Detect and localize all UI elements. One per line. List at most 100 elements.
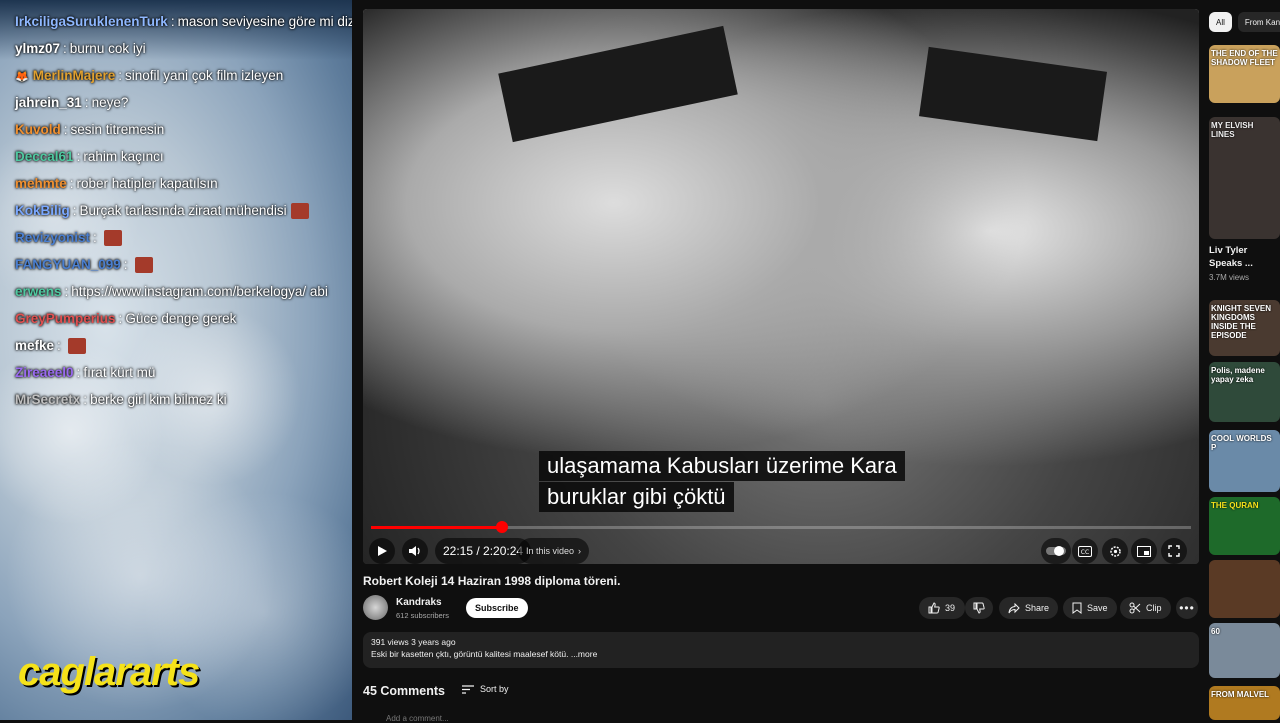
fox-badge-icon: 🦊 (15, 71, 29, 83)
mute-button[interactable] (402, 538, 428, 564)
chat-username[interactable]: FANGYUAN_099 (15, 257, 121, 272)
chat-username[interactable]: jahrein_31 (15, 95, 82, 110)
channel-avatar[interactable] (363, 595, 388, 620)
miniplayer-icon (1137, 545, 1151, 557)
chat-text: sesin titremesin (70, 122, 165, 137)
chat-separator: : (64, 284, 69, 299)
chat-username[interactable]: GreyPumperius (15, 311, 116, 326)
chat-separator: : (63, 41, 67, 56)
save-label: Save (1087, 603, 1108, 613)
chat-text: Güce denge gerek (125, 311, 237, 326)
chat-username[interactable]: erwens (15, 284, 62, 299)
chat-message: Zireaeel0: fırat kürt mü (15, 365, 155, 380)
chat-overlay: IrkciligaSuruklenenTurk: mason seviyesine… (0, 0, 352, 720)
chat-username[interactable]: ylmz07 (15, 41, 60, 56)
chat-username[interactable]: mefke (15, 338, 54, 353)
related-video-thumbnail[interactable]: THE QURAN (1209, 497, 1280, 555)
add-comment-input[interactable]: Add a comment... (386, 714, 449, 723)
chat-text: berke girl kim bilmez ki (90, 392, 227, 407)
chat-username[interactable]: Deccal61 (15, 149, 74, 164)
chip-from-channel[interactable]: From Kan (1237, 12, 1280, 32)
related-video-thumbnail[interactable]: FROM MALVEL (1209, 686, 1280, 720)
views-and-date: 391 views 3 years ago (371, 637, 456, 647)
chat-separator: : (93, 230, 97, 245)
related-video-thumbnail[interactable]: KNIGHT SEVEN KINGDOMS INSIDE THE EPISODE (1209, 300, 1280, 356)
chat-text: Burçak tarlasında ziraat mühendisi (79, 203, 287, 218)
chat-message: Revizyonist: (15, 230, 122, 247)
chat-username[interactable]: IrkciligaSuruklenenTurk (15, 14, 168, 29)
description-box[interactable]: 391 views 3 years ago Eski bir kasetten … (363, 632, 1199, 668)
thumbnail-caption: MY ELVISH LINES (1211, 121, 1254, 139)
dislike-button[interactable] (965, 597, 993, 619)
time-display: 22:15 / 2:20:24 (435, 538, 532, 564)
chat-message: FANGYUAN_099: (15, 257, 153, 274)
chat-separator: : (76, 365, 81, 380)
chat-text: fırat kürt mü (83, 365, 156, 380)
fullscreen-icon (1168, 545, 1180, 557)
like-button[interactable]: 39 (919, 597, 965, 619)
thumbs-up-icon (928, 602, 940, 614)
chat-username[interactable]: Zireaeel0 (15, 365, 74, 380)
chat-username[interactable]: mehmte (15, 176, 67, 191)
autoplay-toggle[interactable] (1041, 538, 1071, 564)
description-text: Eski bir kasetten çktı, görüntü kalitesi… (371, 649, 598, 659)
chat-message: Kuvold: sesin titremesin (15, 122, 164, 137)
captions-button[interactable]: CC (1072, 538, 1098, 564)
progress-played (371, 526, 503, 529)
clip-button[interactable]: Clip (1120, 597, 1171, 619)
chat-username[interactable]: Kuvold (15, 122, 61, 137)
chat-separator: : (57, 338, 61, 353)
related-video-title[interactable]: Liv Tyler Speaks ... (1209, 244, 1280, 270)
chat-separator: : (72, 203, 77, 218)
save-button[interactable]: Save (1063, 597, 1117, 619)
more-horizontal-icon: ••• (1179, 601, 1195, 615)
sort-icon (462, 684, 474, 694)
filter-chips: All From Kan (1209, 12, 1280, 32)
chat-username[interactable]: MrSecretx (15, 392, 80, 407)
chat-message: ylmz07: burnu cok iyi (15, 41, 146, 56)
chat-username[interactable]: MerlinMajere (33, 68, 116, 83)
chat-separator: : (118, 68, 122, 83)
chat-separator: : (118, 311, 123, 326)
video-player[interactable]: ulaşamama Kabusları üzerime Kara burukla… (363, 9, 1199, 564)
chat-message: MrSecretx: berke girl kim bilmez ki (15, 392, 227, 407)
fullscreen-button[interactable] (1161, 538, 1187, 564)
chat-username[interactable]: Revizyonist (15, 230, 90, 245)
related-video-thumbnail[interactable] (1209, 560, 1280, 618)
sort-label: Sort by (480, 684, 509, 694)
settings-button[interactable] (1102, 538, 1128, 564)
bookmark-icon (1072, 602, 1082, 614)
related-video-thumbnail[interactable]: MY ELVISH LINES (1209, 117, 1280, 239)
chat-username[interactable]: KokBilig (15, 203, 70, 218)
chat-text: rahim kaçıncı (83, 149, 164, 164)
more-actions-button[interactable]: ••• (1176, 597, 1198, 619)
subscribe-button[interactable]: Subscribe (466, 598, 528, 618)
channel-name[interactable]: Kandraks (396, 597, 442, 608)
sort-button[interactable]: Sort by (462, 684, 509, 694)
time-text: 22:15 / 2:20:24 (443, 544, 524, 558)
in-this-video-chip[interactable]: In this video › (518, 538, 590, 564)
chat-separator: : (76, 149, 81, 164)
chat-emote-icon (134, 257, 153, 274)
related-video-thumbnail[interactable]: COOL WORLDS P (1209, 430, 1280, 492)
subscriber-count: 612 subscribers (396, 611, 449, 620)
chat-text: mason seviyesine göre mi dizildiniz (177, 14, 352, 29)
thumbnail-caption: Polis, madene yapay zeka (1211, 366, 1265, 384)
chat-separator: : (83, 392, 88, 407)
related-video-thumbnail[interactable]: 60 (1209, 623, 1280, 678)
play-button[interactable] (369, 538, 395, 564)
clip-label: Clip (1146, 603, 1162, 613)
thumbnail-caption: FROM MALVEL (1211, 690, 1270, 699)
video-title: Robert Koleji 14 Haziran 1998 diploma tö… (363, 574, 621, 588)
chat-text: https://www.instagram.com/berkelogya/ ab… (71, 284, 328, 299)
in-this-video-label: In this video (526, 546, 575, 556)
miniplayer-button[interactable] (1131, 538, 1157, 564)
chip-all[interactable]: All (1209, 12, 1232, 32)
related-video-thumbnail[interactable]: THE END OF THE SHADOW FLEET (1209, 45, 1280, 103)
progress-bar[interactable] (371, 521, 1191, 533)
autoplay-toggle-icon (1046, 546, 1066, 556)
volume-icon (409, 546, 420, 556)
related-video-thumbnail[interactable]: Polis, madene yapay zeka (1209, 362, 1280, 422)
share-button[interactable]: Share (999, 597, 1059, 619)
chat-separator: : (63, 122, 68, 137)
